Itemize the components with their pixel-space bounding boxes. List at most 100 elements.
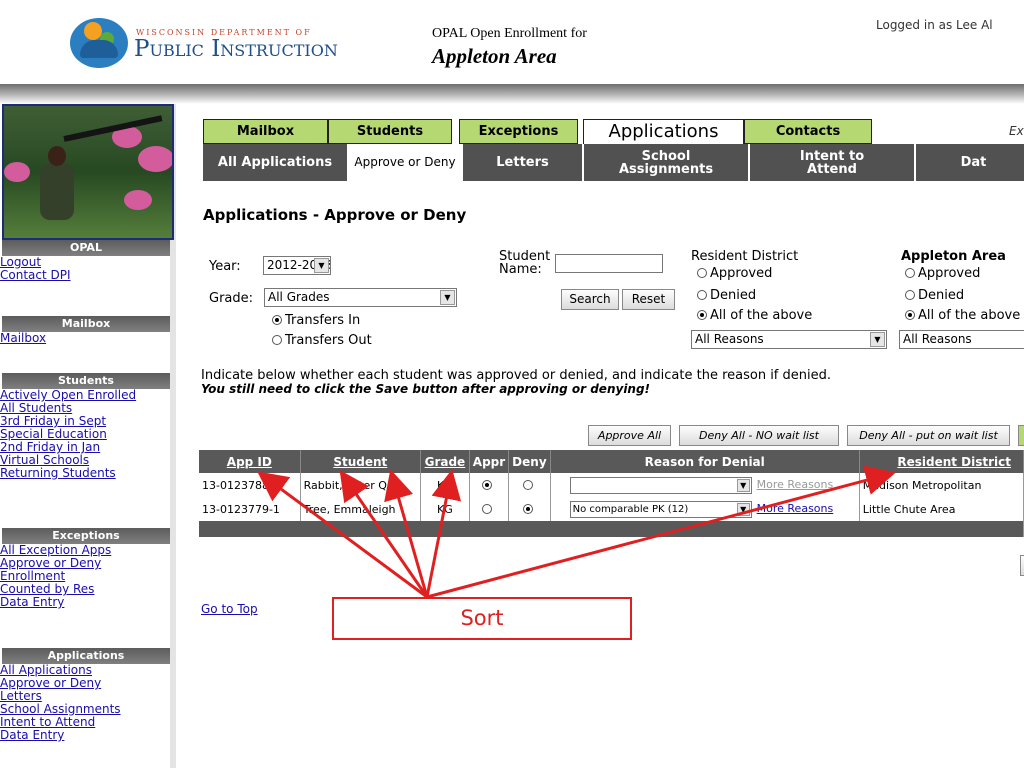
- tab-exceptions[interactable]: Exceptions: [459, 119, 578, 144]
- approve-radio[interactable]: [482, 479, 493, 490]
- sidebar-link-returning-students[interactable]: Returning Students: [0, 467, 172, 480]
- tab-extra[interactable]: Ex: [1009, 124, 1024, 138]
- nonres-approved-radio[interactable]: Approved: [905, 266, 980, 281]
- deny-radio-cell: [508, 497, 551, 521]
- subtab-letters[interactable]: Letters: [463, 144, 584, 181]
- resident-all-radio[interactable]: All of the above: [697, 308, 812, 323]
- radio-icon: [272, 335, 282, 345]
- partial-button[interactable]: [1020, 555, 1024, 576]
- district-cell: Madison Metropolitan: [859, 473, 1024, 497]
- reason-cell: ▼ More Reasons: [550, 473, 860, 497]
- reason-select[interactable]: No comparable PK (12) ▼: [569, 500, 752, 518]
- app-id-cell: 13-0123779-1: [199, 497, 301, 521]
- logged-in-text: Logged in as Lee Al: [876, 18, 993, 32]
- sidebar: OPAL Logout Contact DPI Mailbox Mailbox Stude…: [0, 104, 176, 768]
- table-body: 13-0123788-1 Rabbit, Peter Q KG ▼ More Reaso…: [199, 473, 1024, 537]
- nonresident-district-title: Appleton Area: [901, 249, 1006, 264]
- reason-header: Reason for Denial: [550, 450, 860, 473]
- deny-radio-cell: [508, 473, 551, 497]
- save-button-partial[interactable]: [1018, 425, 1024, 446]
- resident-denied-radio[interactable]: Denied: [697, 288, 756, 303]
- tab-contacts[interactable]: Contacts: [744, 119, 872, 144]
- sidebar-link-contact-dpi[interactable]: Contact DPI: [0, 269, 172, 282]
- student-cell: Tree, Emmaleigh: [300, 497, 422, 521]
- sort-annotation: Sort: [332, 597, 632, 640]
- resident-approved-radio[interactable]: Approved: [697, 266, 772, 281]
- district-name: Appleton Area: [432, 44, 557, 68]
- radio-icon: [697, 310, 707, 320]
- deny-radio[interactable]: [522, 503, 533, 514]
- sort-student[interactable]: Student: [300, 450, 422, 473]
- chevron-down-icon: ▼: [870, 332, 885, 347]
- deny-header: Deny: [508, 450, 551, 473]
- chevron-down-icon: ▼: [736, 502, 750, 516]
- reason-select[interactable]: ▼: [569, 476, 752, 494]
- more-reasons-link[interactable]: More Reasons: [757, 502, 834, 515]
- sort-app-id[interactable]: App ID: [199, 450, 301, 473]
- subtab-data-entry[interactable]: Dat: [916, 144, 1024, 181]
- sidebar-section-applications: Applications All Applications Approve or D…: [0, 648, 172, 742]
- subtab-all-applications[interactable]: All Applications: [203, 144, 349, 181]
- sort-grade[interactable]: Grade: [420, 450, 470, 473]
- radio-icon: [697, 268, 707, 278]
- reason-cell: No comparable PK (12) ▼ More Reasons: [550, 497, 860, 521]
- resident-reason-select[interactable]: All Reasons ▼: [691, 330, 887, 349]
- chevron-down-icon: ▼: [440, 290, 455, 305]
- table-row: 13-0123779-1 Tree, Emmaleigh KG No comparab…: [199, 497, 1024, 521]
- sidebar-section-exceptions: Exceptions All Exception Apps Approve or D…: [0, 528, 172, 609]
- subtab-intent-to-attend[interactable]: Intent to Attend: [750, 144, 916, 181]
- sidebar-section-opal: OPAL Logout Contact DPI: [0, 240, 172, 282]
- sidebar-photo: [2, 104, 174, 240]
- deny-all-no-wait-button[interactable]: Deny All - NO wait list: [679, 425, 839, 446]
- approve-radio[interactable]: [482, 503, 493, 514]
- grade-cell: KG: [420, 497, 470, 521]
- grade-cell: KG: [420, 473, 470, 497]
- appr-header: Appr: [469, 450, 510, 473]
- applications-table: App ID Student Grade Appr Deny Reason fo…: [199, 450, 1024, 537]
- sidebar-section-students: Students Actively Open Enrolled All Studen…: [0, 373, 172, 480]
- transfers-out-radio[interactable]: Transfers Out: [272, 333, 372, 348]
- sidebar-heading: Students: [2, 373, 170, 389]
- sidebar-link-mailbox[interactable]: Mailbox: [0, 332, 172, 345]
- student-name-label-2: Name:: [499, 262, 542, 277]
- nonres-all-radio[interactable]: All of the above: [905, 308, 1020, 323]
- search-button[interactable]: Search: [561, 289, 619, 310]
- subtab-school-assignments[interactable]: School Assignments: [584, 144, 750, 181]
- grade-label: Grade:: [209, 291, 254, 306]
- reset-button[interactable]: Reset: [622, 289, 675, 310]
- approve-radio-cell: [469, 473, 510, 497]
- deny-all-wait-list-button[interactable]: Deny All - put on wait list: [847, 425, 1010, 446]
- main-tabs: Mailbox Students Exceptions Applications…: [203, 119, 1024, 144]
- sidebar-link-data-entry[interactable]: Data Entry: [0, 596, 172, 609]
- sort-resident-district[interactable]: Resident District: [859, 450, 1024, 473]
- table-row: 13-0123788-1 Rabbit, Peter Q KG ▼ More Reaso…: [199, 473, 1024, 497]
- go-to-top-link[interactable]: Go to Top: [201, 602, 258, 616]
- header-divider: [0, 84, 1024, 104]
- approve-all-button[interactable]: Approve All: [588, 425, 671, 446]
- sub-tabs: All Applications Approve or Deny Letters…: [203, 144, 1024, 181]
- dpi-logo: WISCONSIN DEPARTMENT OF Public Instructi…: [70, 10, 360, 72]
- nonres-reason-select[interactable]: All Reasons: [899, 330, 1024, 349]
- resident-district-title: Resident District: [691, 249, 799, 264]
- deny-radio[interactable]: [522, 479, 533, 490]
- opal-title: OPAL Open Enrollment for: [432, 26, 587, 41]
- year-select[interactable]: 2012-2013 ▼: [263, 256, 331, 275]
- sidebar-link-data-entry[interactable]: Data Entry: [0, 729, 172, 742]
- grade-select[interactable]: All Grades ▼: [264, 288, 457, 307]
- sidebar-heading: Exceptions: [2, 528, 170, 544]
- radio-icon: [905, 268, 915, 278]
- sidebar-heading: Mailbox: [2, 316, 170, 332]
- save-reminder-text: You still need to click the Save button …: [201, 382, 651, 396]
- district-cell: Little Chute Area: [859, 497, 1024, 521]
- nonres-denied-radio[interactable]: Denied: [905, 288, 964, 303]
- more-reasons-link[interactable]: More Reasons: [757, 478, 834, 491]
- tab-applications[interactable]: Applications: [583, 119, 744, 144]
- subtab-approve-or-deny[interactable]: Approve or Deny: [349, 144, 463, 181]
- student-name-input[interactable]: [555, 254, 663, 273]
- tab-students[interactable]: Students: [328, 119, 452, 144]
- transfers-in-radio[interactable]: Transfers In: [272, 313, 360, 328]
- sidebar-heading: Applications: [2, 648, 170, 664]
- radio-icon: [272, 315, 282, 325]
- tab-mailbox[interactable]: Mailbox: [203, 119, 328, 144]
- sidebar-heading: OPAL: [2, 240, 170, 256]
